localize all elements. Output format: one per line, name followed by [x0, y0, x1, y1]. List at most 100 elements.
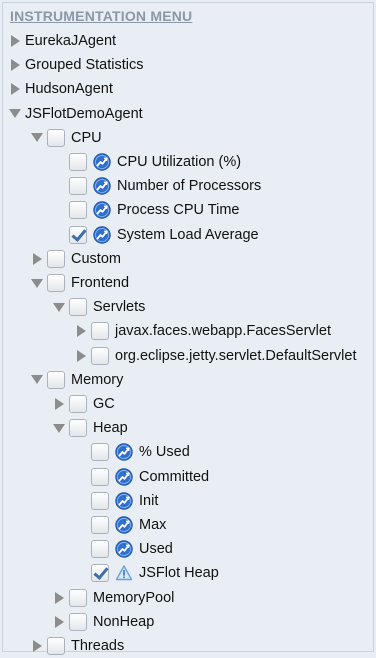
- tree-item-max[interactable]: Max: [75, 513, 166, 537]
- tree-item-label: EurekaJAgent: [25, 33, 117, 49]
- tree-item-javax-faces-webapp-facesservlet[interactable]: javax.faces.webapp.FacesServlet: [75, 319, 331, 343]
- tree-item-label: Memory: [71, 371, 124, 388]
- tree-item-label: % Used: [139, 444, 190, 461]
- tree-item-grouped-statistics[interactable]: Grouped Statistics: [9, 53, 143, 77]
- tree-item-label: Grouped Statistics: [25, 57, 144, 74]
- tree-item-label: Heap: [93, 420, 128, 437]
- checkbox[interactable]: [47, 249, 65, 268]
- expand-arrow-icon[interactable]: [75, 350, 87, 362]
- checkbox[interactable]: [91, 491, 109, 510]
- warning-icon: [115, 564, 133, 582]
- checkbox[interactable]: [47, 274, 65, 292]
- collapse-arrow-icon[interactable]: [31, 132, 43, 144]
- tree-item-label: javax.faces.webapp.FacesServlet: [115, 323, 331, 340]
- tree-item-used[interactable]: % Used: [75, 440, 190, 464]
- tree-item-label: HudsonAgent: [25, 81, 113, 98]
- expand-arrow-icon[interactable]: [53, 592, 65, 604]
- tree-item-label: System Load Average: [117, 226, 259, 243]
- expand-arrow-icon[interactable]: [53, 398, 65, 410]
- checkbox[interactable]: [69, 298, 87, 317]
- checkbox[interactable]: [91, 516, 109, 534]
- checkbox[interactable]: [91, 540, 109, 559]
- collapse-arrow-icon[interactable]: [53, 301, 65, 313]
- tree-item-label: Process CPU Time: [117, 202, 240, 219]
- checkbox[interactable]: [69, 225, 87, 244]
- checkbox[interactable]: [91, 467, 109, 486]
- tree-item-label: Number of Processors: [117, 178, 262, 195]
- checkbox[interactable]: [69, 612, 87, 631]
- tree-item-label: JSFlot Heap: [139, 565, 219, 582]
- tree-item-frontend[interactable]: Frontend: [31, 271, 129, 295]
- tree-item-threads[interactable]: Threads: [31, 634, 124, 658]
- tree-item-label: NonHeap: [93, 613, 155, 630]
- tree-item-org-eclipse-jetty-servlet-defaultservlet[interactable]: org.eclipse.jetty.servlet.DefaultServlet: [75, 344, 357, 368]
- tree-item-label: GC: [93, 396, 115, 412]
- tree-item-number-of-processors[interactable]: Number of Processors: [53, 174, 261, 198]
- chart-icon: [115, 516, 133, 534]
- expand-arrow-icon[interactable]: [53, 616, 65, 628]
- collapse-arrow-icon[interactable]: [31, 277, 43, 289]
- tree-item-system-load-average[interactable]: System Load Average: [53, 223, 259, 247]
- tree-item-eurekajagent[interactable]: EurekaJAgent: [9, 29, 116, 53]
- tree-item-memorypool[interactable]: MemoryPool: [53, 586, 174, 610]
- checkbox[interactable]: [91, 346, 109, 365]
- tree-item-label: Used: [139, 541, 173, 558]
- tree-item-servlets[interactable]: Servlets: [53, 295, 145, 319]
- collapse-arrow-icon[interactable]: [53, 422, 65, 434]
- tree-item-label: JSFlotDemoAgent: [25, 105, 143, 122]
- expand-arrow-icon[interactable]: [31, 253, 43, 265]
- checkbox[interactable]: [69, 419, 87, 438]
- tree-item-used[interactable]: Used: [75, 537, 173, 561]
- checkbox[interactable]: [69, 588, 87, 607]
- tree-item-process-cpu-time[interactable]: Process CPU Time: [53, 198, 239, 222]
- tree-item-label: Threads: [71, 638, 125, 654]
- expand-arrow-icon[interactable]: [9, 35, 21, 47]
- expand-arrow-icon[interactable]: [31, 640, 43, 652]
- tree-item-custom[interactable]: Custom: [31, 247, 121, 271]
- tree-item-label: MemoryPool: [93, 589, 175, 606]
- chart-icon: [93, 177, 111, 195]
- tree-item-label: Frontend: [71, 275, 130, 291]
- menu-title[interactable]: INSTRUMENTATION MENU: [10, 8, 192, 24]
- tree-item-jsflot-heap[interactable]: JSFlot Heap: [75, 561, 219, 585]
- tree-item-init[interactable]: Init: [75, 489, 158, 513]
- checkbox[interactable]: [69, 201, 87, 220]
- checkbox[interactable]: [91, 564, 109, 583]
- expand-arrow-icon[interactable]: [9, 59, 21, 71]
- checkbox[interactable]: [91, 322, 109, 341]
- expand-arrow-icon[interactable]: [9, 83, 21, 95]
- tree-item-cpu[interactable]: CPU: [31, 126, 102, 150]
- checkbox[interactable]: [69, 153, 87, 171]
- checkbox[interactable]: [91, 443, 109, 462]
- collapse-arrow-icon[interactable]: [9, 108, 21, 120]
- tree-item-label: Max: [139, 517, 167, 533]
- tree-item-label: CPU: [71, 129, 102, 146]
- tree-item-heap[interactable]: Heap: [53, 416, 128, 440]
- tree-item-hudsonagent[interactable]: HudsonAgent: [9, 77, 113, 101]
- tree-item-gc[interactable]: GC: [53, 392, 115, 416]
- checkbox[interactable]: [69, 177, 87, 196]
- tree-item-jsflotdemoagent[interactable]: JSFlotDemoAgent: [9, 102, 143, 126]
- tree-item-cpu-utilization[interactable]: CPU Utilization (%): [53, 150, 241, 174]
- tree-item-label: CPU Utilization (%): [117, 154, 242, 170]
- chart-icon: [115, 467, 133, 486]
- tree-item-nonheap[interactable]: NonHeap: [53, 610, 154, 634]
- collapse-arrow-icon[interactable]: [31, 374, 43, 386]
- chart-icon: [115, 540, 133, 558]
- chart-icon: [115, 443, 133, 462]
- tree-item-label: Init: [139, 492, 159, 509]
- checkbox[interactable]: [69, 395, 87, 413]
- tree-item-memory[interactable]: Memory: [31, 368, 123, 392]
- tree-item-label: Servlets: [93, 299, 146, 316]
- tree-item-label: org.eclipse.jetty.servlet.DefaultServlet: [115, 347, 357, 364]
- instrumentation-menu-panel: INSTRUMENTATION MENU EurekaJAgent Grouped…: [2, 2, 374, 655]
- checkbox[interactable]: [47, 128, 65, 147]
- expand-arrow-icon[interactable]: [75, 325, 87, 337]
- checkbox[interactable]: [47, 370, 65, 389]
- tree-item-committed[interactable]: Committed: [75, 465, 209, 489]
- chart-icon: [93, 201, 111, 220]
- checkbox[interactable]: [47, 637, 65, 655]
- chart-icon: [93, 153, 111, 171]
- tree-item-label: Committed: [139, 468, 210, 485]
- chart-icon: [115, 492, 133, 510]
